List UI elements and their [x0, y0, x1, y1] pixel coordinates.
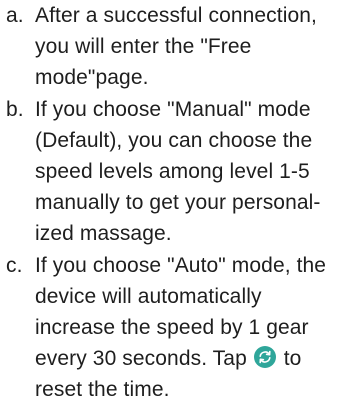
list-text-line: After a successful connection,: [35, 4, 317, 27]
list-text-fragment: to: [283, 347, 302, 371]
list-text-line: every 30 seconds. Tap to: [35, 343, 346, 374]
list-text-fragment: every 30 seconds. Tap: [35, 347, 247, 371]
list-item-c: c. If you choose "Auto" mode, the device…: [0, 250, 346, 406]
list-text-line: speed levels among level 1-5: [35, 160, 310, 184]
list-text-line: If you choose "Auto" mode, the: [35, 253, 327, 277]
list-text-line: increase the speed by 1 gear: [35, 316, 309, 340]
list-text-line: manually to get your personal-: [35, 191, 321, 215]
list-text-line: ized massage.: [35, 222, 172, 246]
list-item-a: a. After a successful connection, you wi…: [0, 0, 346, 94]
list-text-line: reset the time.: [35, 378, 170, 402]
instructions-document: a. After a successful connection, you wi…: [0, 0, 346, 401]
list-text-line: you will enter the "Free: [35, 35, 252, 59]
list-marker: c.: [6, 253, 23, 277]
reset-icon: [253, 346, 276, 369]
list-text-line: If you choose "Manual" mode: [35, 97, 311, 121]
list-text-line: device will automatically: [35, 284, 262, 308]
list-marker: a.: [6, 4, 24, 27]
list-item-b: b. If you choose "Manual" mode (Default)…: [0, 94, 346, 250]
list-text-line: (Default), you can choose the: [35, 128, 313, 152]
list-text-line: mode"page.: [35, 66, 149, 90]
list-marker: b.: [6, 97, 24, 121]
